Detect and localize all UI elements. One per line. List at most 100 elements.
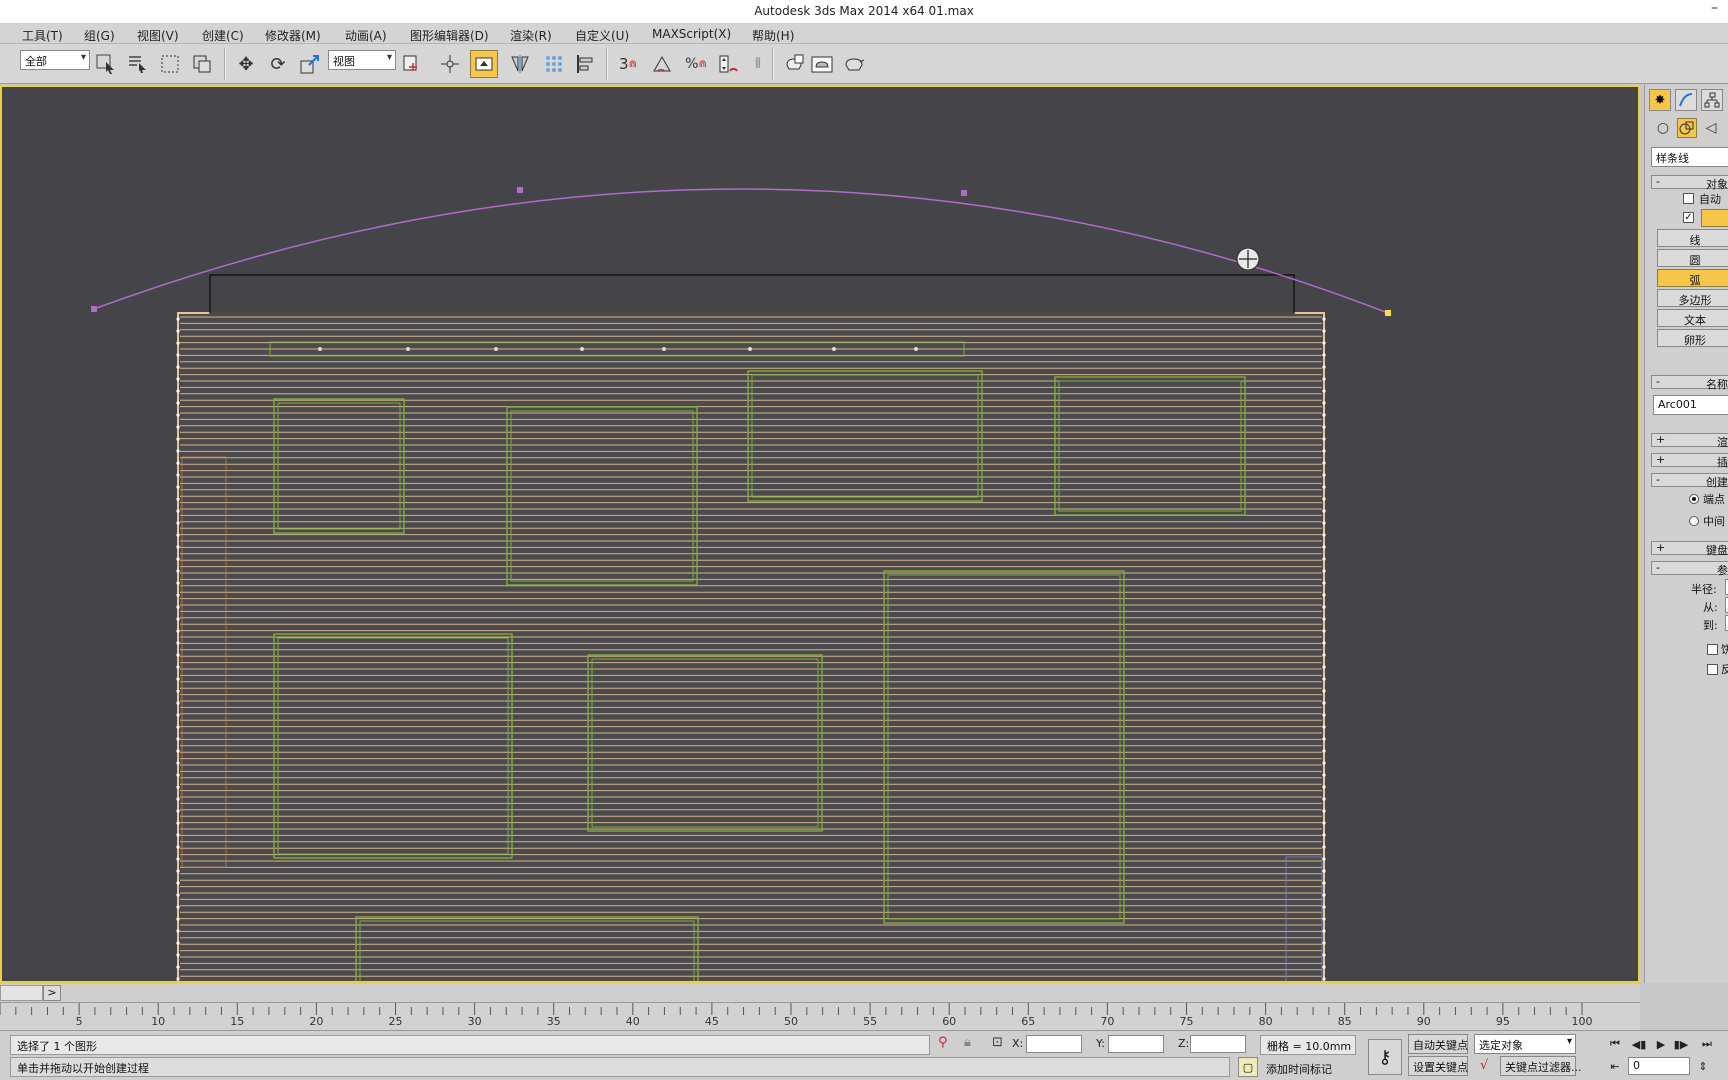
time-tag-icon[interactable]: ▢ [1238, 1057, 1258, 1077]
frame-tick-label: 65 [1021, 1015, 1036, 1028]
wall-edge-vertex [1322, 617, 1326, 621]
time-slider[interactable]: > [0, 984, 1640, 1002]
go-to-end-icon[interactable]: ⏭ [1698, 1035, 1716, 1053]
auto-grid-checkbox[interactable] [1683, 193, 1694, 204]
add-time-tag-label[interactable]: 添加时间标记 [1266, 1061, 1332, 1077]
hierarchy-tab-icon[interactable] [1701, 89, 1723, 111]
reference-coord-dropdown[interactable]: 视图 ▾ [328, 50, 396, 70]
wall-edge-vertex [1322, 437, 1326, 441]
menu-customize[interactable]: 自定义(U) [575, 27, 629, 44]
render-production-icon[interactable] [840, 50, 868, 78]
rollout-object-type[interactable]: - 对象 [1651, 175, 1728, 191]
wall-edge-vertex [1322, 449, 1326, 453]
pie-slice-checkbox[interactable] [1707, 644, 1718, 655]
select-object-icon[interactable] [92, 50, 120, 78]
start-new-shape-button[interactable] [1701, 209, 1728, 227]
menu-help[interactable]: 帮助(H) [752, 27, 794, 44]
arc-button[interactable]: 弧 [1657, 269, 1728, 287]
circle-button[interactable]: 圆 [1657, 249, 1728, 267]
spinner-snap-icon[interactable] [714, 50, 742, 78]
array-icon[interactable] [540, 50, 568, 78]
wall-edge-vertex [1322, 677, 1326, 681]
y-coordinate-input[interactable] [1108, 1035, 1164, 1053]
start-new-shape-checkbox[interactable]: ✓ [1683, 212, 1694, 223]
time-slider-thumb[interactable] [0, 985, 43, 1001]
current-frame-input[interactable]: 0 [1628, 1057, 1690, 1075]
next-frame-icon[interactable]: ▮▶ [1672, 1035, 1690, 1053]
menu-rendering[interactable]: 渲染(R) [510, 27, 552, 44]
lock-selection-icon[interactable]: 🔒︎ [964, 1035, 971, 1050]
lights-category-icon[interactable]: ◁ [1701, 118, 1721, 138]
menu-animation[interactable]: 动画(A) [345, 27, 387, 44]
pivot-center-icon[interactable] [398, 50, 426, 78]
rollout-rendering[interactable]: + 渲 [1651, 433, 1728, 449]
geometry-category-icon[interactable]: ○ [1653, 118, 1673, 138]
scale-icon[interactable] [296, 50, 324, 78]
menu-tools[interactable]: 工具(T) [22, 27, 63, 44]
menu-group[interactable]: 组(G) [84, 27, 115, 44]
rollout-parameters[interactable]: - 参 [1651, 561, 1728, 577]
front-viewport[interactable] [0, 85, 1640, 983]
key-mode-dropdown[interactable]: 选定对象 ▾ [1474, 1034, 1576, 1054]
key-mode-toggle-icon[interactable]: ⇤ [1606, 1057, 1624, 1075]
viewport-scene[interactable] [2, 87, 1638, 981]
x-coordinate-input[interactable] [1026, 1035, 1082, 1053]
rollout-interpolation[interactable]: + 插 [1651, 453, 1728, 469]
ngon-button[interactable]: 多边形 [1657, 289, 1728, 307]
keyboard-shortcut-override-icon[interactable] [470, 50, 498, 78]
track-bar[interactable]: 5 10 15 20 25 30 35 40 45 50 55 60 65 70 75 80 85 90 95 100 [0, 1002, 1640, 1030]
key-tangent-icon[interactable]: √ [1480, 1058, 1488, 1073]
frame-spinner-icon[interactable]: ⇕ [1694, 1057, 1712, 1075]
rendered-frame-window-icon[interactable] [808, 50, 836, 78]
menu-graph-editors[interactable]: 图形编辑器(D) [410, 27, 489, 44]
angle-snap-icon[interactable] [648, 50, 676, 78]
set-key-button[interactable]: 设置关键点 [1408, 1056, 1468, 1076]
move-icon[interactable]: ✥ [232, 50, 260, 78]
mirror-icon[interactable] [506, 50, 534, 78]
time-slider-next-arrow[interactable]: > [43, 985, 61, 1001]
wall-edge-vertex [176, 977, 180, 981]
object-name-input[interactable]: Arc001 [1653, 395, 1728, 415]
select-by-name-icon[interactable] [124, 50, 152, 78]
text-button[interactable]: 文本 [1657, 309, 1728, 327]
modify-tab-icon[interactable] [1675, 89, 1697, 111]
auto-key-button[interactable]: 自动关键点 [1408, 1034, 1468, 1054]
menu-views[interactable]: 视图(V) [137, 27, 179, 44]
rollout-name-color[interactable]: - 名称 [1651, 375, 1728, 391]
shape-category-dropdown[interactable]: 样条线 [1651, 147, 1728, 167]
previous-frame-icon[interactable]: ◀▮ [1630, 1035, 1648, 1053]
go-to-start-icon[interactable]: ⏮ [1606, 1035, 1624, 1053]
wall-edge-vertex [1322, 509, 1326, 513]
window-crossing-icon[interactable] [188, 50, 216, 78]
shapes-category-icon[interactable] [1677, 118, 1697, 138]
menu-create[interactable]: 创建(C) [202, 27, 244, 44]
set-key-icon[interactable]: ⚷ [1368, 1039, 1402, 1075]
align-icon[interactable] [572, 50, 600, 78]
rect-selection-region-icon[interactable] [156, 50, 184, 78]
render-setup-icon[interactable] [780, 50, 808, 78]
strip-vertex [318, 347, 322, 351]
play-icon[interactable]: ▶ [1652, 1035, 1670, 1053]
rollout-creation-method[interactable]: - 创建 [1651, 473, 1728, 489]
z-coordinate-input[interactable] [1190, 1035, 1246, 1053]
menu-modifiers[interactable]: 修改器(M) [265, 27, 321, 44]
wall-edge-vertex [1322, 641, 1326, 645]
snaps-toggle-icon[interactable]: 3 ⋒ [614, 50, 642, 78]
egg-button[interactable]: 卵形 [1657, 329, 1728, 347]
rollout-keyboard-entry[interactable]: + 键盘 [1651, 541, 1728, 557]
minimize-button[interactable]: – [1711, 0, 1718, 16]
endpoint-radio[interactable] [1689, 494, 1699, 504]
menu-maxscript[interactable]: MAXScript(X) [652, 27, 731, 41]
key-filters-button[interactable]: 关键点过滤器... [1500, 1056, 1582, 1076]
line-button[interactable]: 线 [1657, 229, 1728, 247]
create-tab-icon[interactable]: ✸ [1649, 89, 1671, 111]
isolate-selection-icon[interactable]: ⚲ [938, 1035, 948, 1050]
center-radio[interactable] [1689, 516, 1699, 526]
percent-snap-icon[interactable]: % ⋒ [682, 50, 710, 78]
selection-filter-dropdown[interactable]: 全部 ▾ [20, 50, 90, 70]
reverse-checkbox[interactable] [1707, 664, 1718, 675]
absolute-mode-icon[interactable]: ⊡ [992, 1035, 1003, 1050]
rotate-icon[interactable]: ⟳ [264, 50, 292, 78]
wall-edge-vertex [176, 965, 180, 969]
select-and-link-icon[interactable] [436, 50, 464, 78]
